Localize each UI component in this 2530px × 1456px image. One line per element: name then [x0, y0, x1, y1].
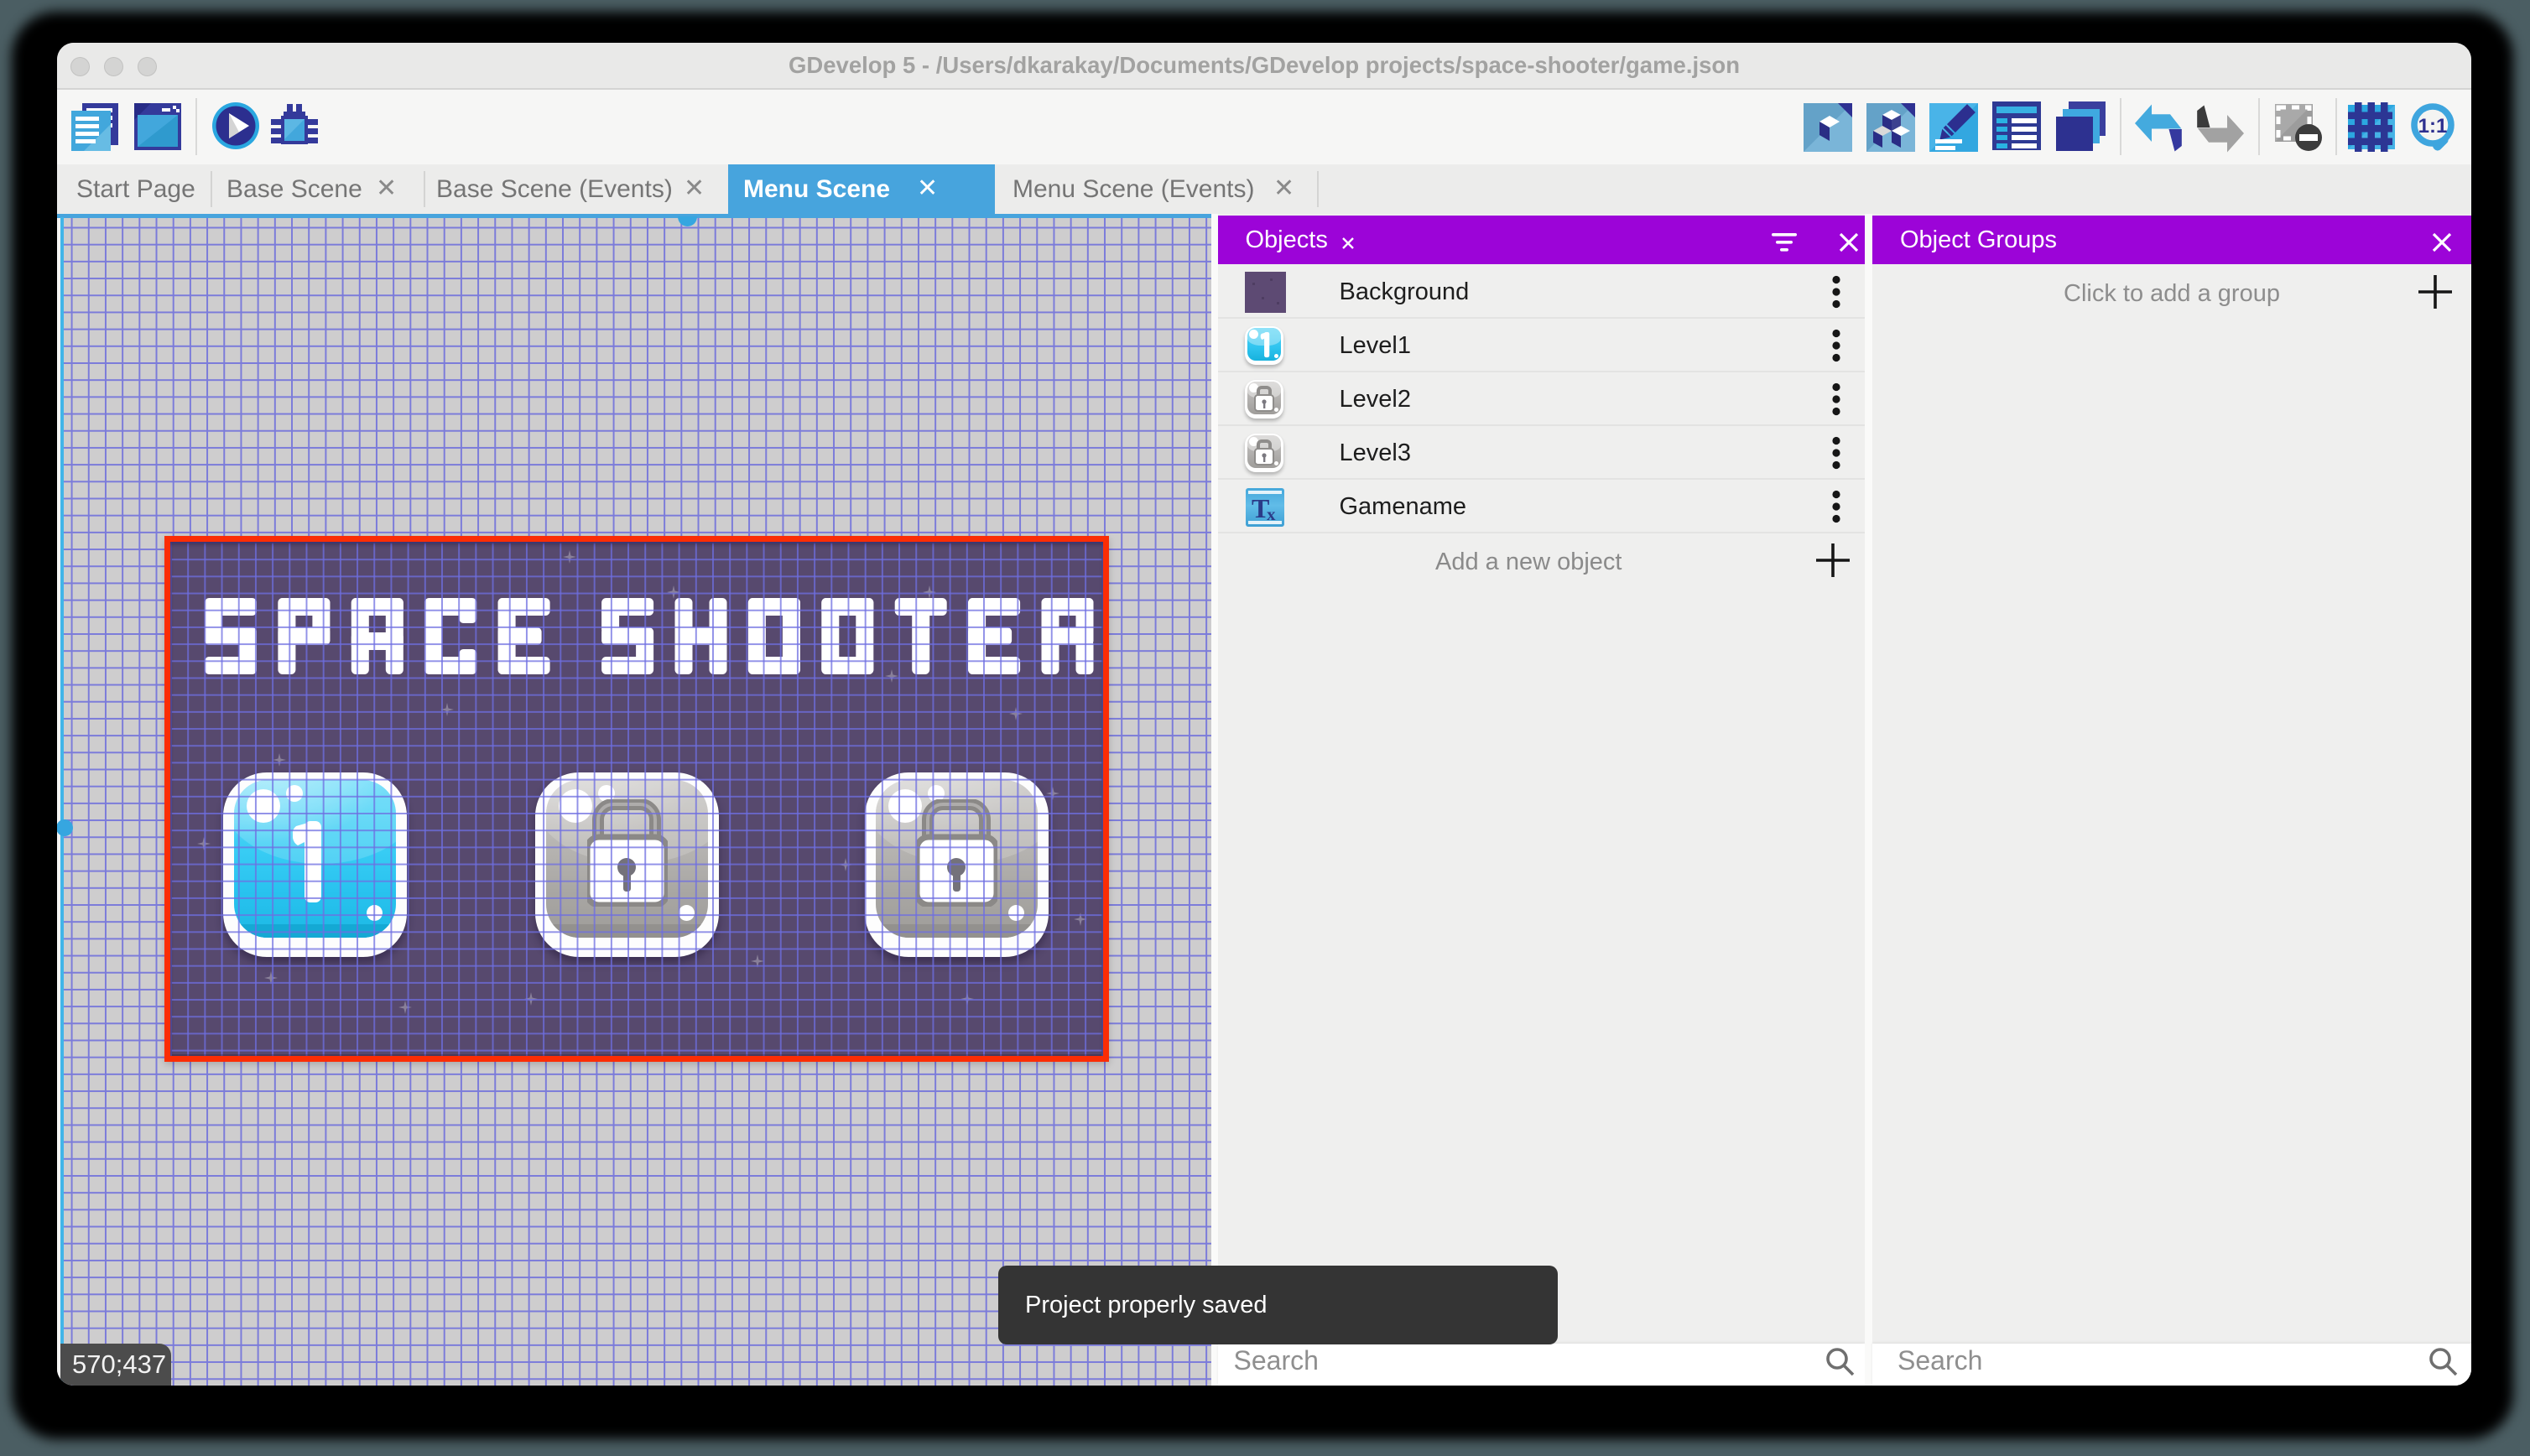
svg-text:1:1: 1:1 [2418, 115, 2448, 138]
